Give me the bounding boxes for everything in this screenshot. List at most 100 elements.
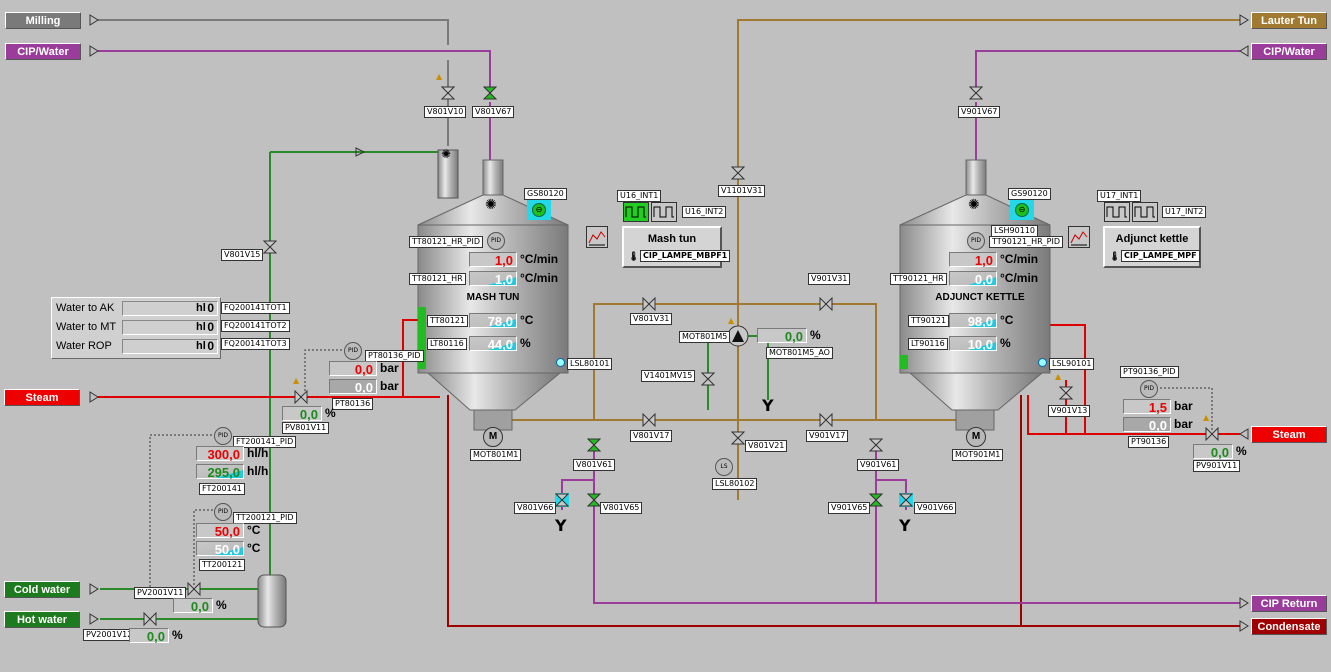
hot-water-endpoint[interactable]: Hot water (4, 611, 80, 628)
mash-tun-button[interactable]: Mash tun 🌡 CIP_LAMPE_MBPF1 (622, 226, 731, 268)
pump-speed-value[interactable]: 0,0 (757, 328, 807, 344)
pv2001v12-unit: % (172, 628, 183, 642)
cip-right-pipe (975, 50, 1240, 88)
tag-tt80121: TT80121 (427, 315, 469, 327)
trend-chart-icon[interactable] (586, 226, 608, 248)
pid-flow[interactable]: PID (214, 427, 232, 445)
water-to-ak-unit: hl (196, 302, 206, 314)
u16-int2-pulse-icon[interactable] (651, 202, 677, 222)
water-to-mt-unit: hl (196, 321, 206, 333)
valve-v901v66[interactable] (899, 493, 913, 507)
u17-int2-pulse-icon[interactable] (1132, 202, 1158, 222)
thermometer-icon: 🌡 (628, 251, 640, 261)
lauter-tun-endpoint[interactable]: Lauter Tun (1251, 12, 1327, 29)
water-temp-setpoint[interactable]: 50,0 (196, 523, 244, 539)
valve-v801v10[interactable] (441, 86, 455, 100)
valve-v901v67[interactable] (969, 86, 983, 100)
tag-v801v31: V801V31 (630, 313, 673, 325)
mash-tun-button-label: Mash tun (647, 233, 697, 245)
lock-icon: ▲ (436, 72, 443, 81)
kettle-steam-setpoint[interactable]: 1,5 (1123, 399, 1171, 415)
valve-v901v65[interactable] (869, 493, 883, 507)
valve-v901v13[interactable] (1059, 386, 1073, 400)
water-to-mt-label: Water to MT (56, 321, 117, 333)
lock-icon: ▲ (1055, 372, 1062, 381)
pv2001v11-value[interactable]: 0,0 (173, 598, 213, 614)
valve-pv901v11[interactable] (1205, 427, 1219, 441)
adjunct-kettle-motor[interactable]: M (966, 427, 986, 447)
mash-level-unit: % (520, 336, 531, 350)
condensate-endpoint[interactable]: Condensate (1251, 618, 1327, 635)
valve-v901v17[interactable] (819, 413, 833, 427)
tag-v901v65: V901V65 (828, 502, 871, 514)
tag-pv901v11: PV901V11 (1193, 460, 1241, 472)
u16-int1-pulse-icon[interactable] (623, 202, 649, 222)
tag-tt90121: TT90121 (908, 315, 950, 327)
cip-return-endpoint[interactable]: CIP Return (1251, 595, 1327, 612)
valve-pv2001v11[interactable] (187, 582, 201, 596)
adjunct-kettle-button[interactable]: Adjunct kettle 🌡 CIP_LAMPE_MPF (1103, 226, 1201, 268)
pv2001v12-value[interactable]: 0,0 (129, 628, 169, 644)
pv801v11-value[interactable]: 0,0 (282, 406, 322, 422)
valve-v801v31[interactable] (642, 297, 656, 311)
tag-gs90120: GS90120 (1008, 188, 1051, 200)
kettle-temp-unit: °C (1000, 313, 1014, 327)
valve-v801v17[interactable] (642, 413, 656, 427)
pid-mash-temp[interactable]: PID (487, 232, 505, 250)
cip-water-right-endpoint[interactable]: CIP/Water (1251, 43, 1327, 60)
water-rop-label: Water ROP (56, 340, 112, 352)
mash-rate-setpoint[interactable]: 1,0 (469, 252, 517, 268)
valve-v1401mv15[interactable] (701, 372, 715, 386)
valve-v801v15[interactable] (263, 240, 277, 254)
kettle-rate-setpoint[interactable]: 1,0 (949, 252, 997, 268)
mash-steam-setpoint[interactable]: 0,0 (329, 361, 377, 377)
mash-tun-motor[interactable]: M (483, 427, 503, 447)
valve-v801v61[interactable] (587, 438, 601, 452)
trend-chart-icon[interactable] (1068, 226, 1090, 248)
svg-text:Y: Y (761, 396, 774, 415)
valve-v1101v31[interactable] (731, 166, 745, 180)
valve-pv2001v12[interactable] (143, 612, 157, 626)
flow-setpoint[interactable]: 300,0 (196, 446, 244, 462)
milling-endpoint[interactable]: Milling (5, 12, 81, 29)
pv901v11-unit: % (1236, 444, 1247, 458)
tag-lt80116: LT80116 (427, 338, 467, 350)
tag-v901v67: V901V67 (958, 106, 1001, 118)
tag-mot801m1: MOT801M1 (470, 449, 522, 461)
pid-water-temp[interactable]: PID (214, 503, 232, 521)
pid-kettle-steam[interactable]: PID (1140, 380, 1158, 398)
pv2001v11-unit: % (216, 598, 227, 612)
pv901v11-value[interactable]: 0,0 (1193, 444, 1233, 460)
mash-steam-value: 0,0 (329, 379, 377, 395)
cold-water-endpoint[interactable]: Cold water (4, 581, 80, 598)
valve-v901v31[interactable] (819, 297, 833, 311)
gs90120-indicator[interactable]: ⊖ (1010, 200, 1034, 220)
gs80120-indicator[interactable]: ⊖ (527, 200, 551, 220)
valve-v901v61[interactable] (869, 438, 883, 452)
valve-v801v65[interactable] (587, 493, 601, 507)
valve-v801v66[interactable] (555, 493, 569, 507)
cip-water-left-endpoint[interactable]: CIP/Water (5, 43, 81, 60)
valve-v801v67[interactable] (483, 86, 497, 100)
valve-v801v21[interactable] (731, 431, 745, 445)
steam-left-endpoint[interactable]: Steam (4, 389, 80, 406)
u17-int1-pulse-icon[interactable] (1104, 202, 1130, 222)
tag-mot801m5-ao: MOT801M5_AO (766, 347, 833, 359)
tag-v901v17: V901V17 (806, 430, 849, 442)
level-switch-lsl80102[interactable]: LS (715, 458, 733, 476)
tag-fq200141tot2: FQ200141TOT2 (221, 320, 290, 332)
cip-left-arrow (89, 45, 99, 57)
pv801v11-unit: % (325, 406, 336, 420)
kettle-rate-value: 0,0 (949, 271, 997, 287)
steam-right-endpoint[interactable]: Steam (1251, 426, 1327, 443)
pid-kettle-temp[interactable]: PID (967, 232, 985, 250)
lock-icon: ▲ (728, 316, 735, 325)
tag-mot901m1: MOT901M1 (952, 449, 1004, 461)
tag-v801v21: V801V21 (745, 440, 788, 452)
valve-pv801v11[interactable] (294, 390, 308, 404)
tag-cip-lampe-mpf: CIP_LAMPE_MPF (1121, 250, 1200, 262)
tag-v801v67: V801V67 (472, 106, 515, 118)
kettle-temp-value: 98,0 (949, 313, 997, 329)
mash-steam-unit: bar (380, 379, 399, 393)
pid-mash-steam[interactable]: PID (344, 342, 362, 360)
